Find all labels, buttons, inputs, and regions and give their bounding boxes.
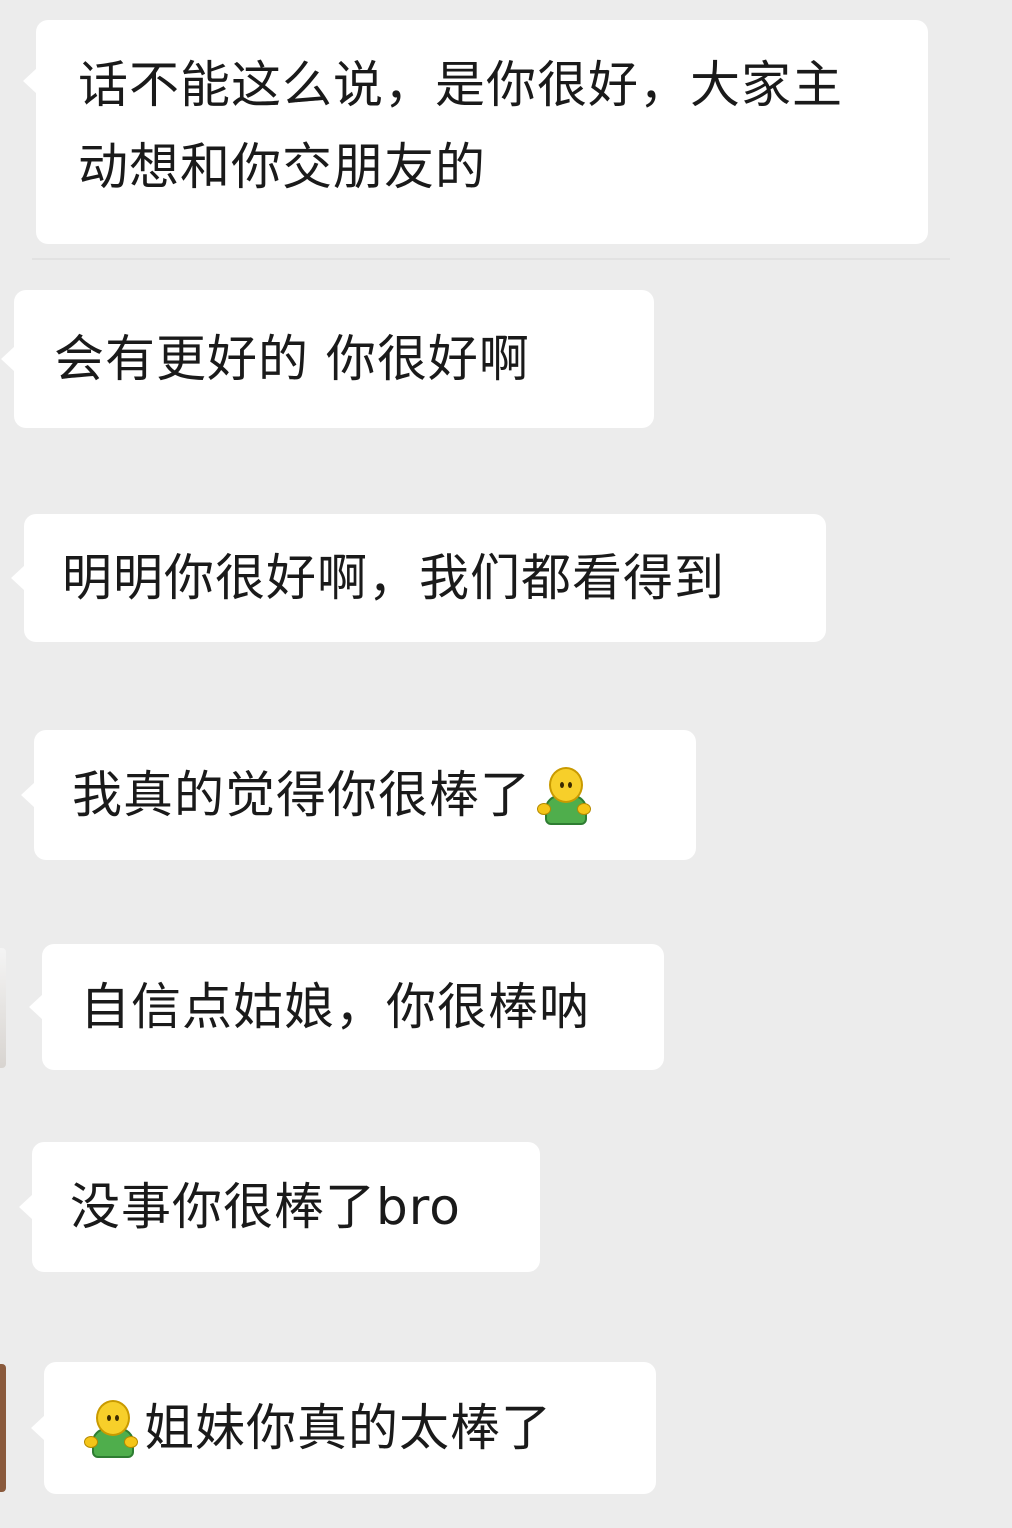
- message-text: 我真的觉得你很棒了: [72, 766, 531, 824]
- message-bubble[interactable]: 话不能这么说，是你很好，大家主动想和你交朋友的: [23, 20, 928, 244]
- message-bubble[interactable]: 没事你很棒了bro: [19, 1142, 540, 1272]
- message-text: 没事你很棒了bro: [70, 1178, 461, 1236]
- message-text: 姐妹你真的太棒了: [144, 1399, 552, 1457]
- person-shrugging-emoji: [82, 1398, 140, 1458]
- message-text: 明明你很好啊，我们都看得到: [62, 549, 725, 607]
- avatar[interactable]: [0, 948, 6, 1068]
- message-text: 话不能这么说，是你很好，大家主动想和你交朋友的: [78, 56, 843, 196]
- message-bubble[interactable]: 明明你很好啊，我们都看得到: [11, 514, 826, 642]
- message-bubble[interactable]: 姐妹你真的太棒了: [31, 1362, 656, 1494]
- message-text: 自信点姑娘，你很棒呐: [80, 978, 590, 1036]
- avatar[interactable]: [0, 1364, 6, 1492]
- message-bubble[interactable]: 我真的觉得你很棒了: [21, 730, 696, 860]
- message-text: 会有更好的 你很好啊: [54, 330, 530, 388]
- message-bubble[interactable]: 会有更好的 你很好啊: [1, 290, 654, 428]
- person-shrugging-emoji: [535, 765, 593, 825]
- message-divider: [32, 258, 950, 260]
- message-bubble[interactable]: 自信点姑娘，你很棒呐: [29, 944, 664, 1070]
